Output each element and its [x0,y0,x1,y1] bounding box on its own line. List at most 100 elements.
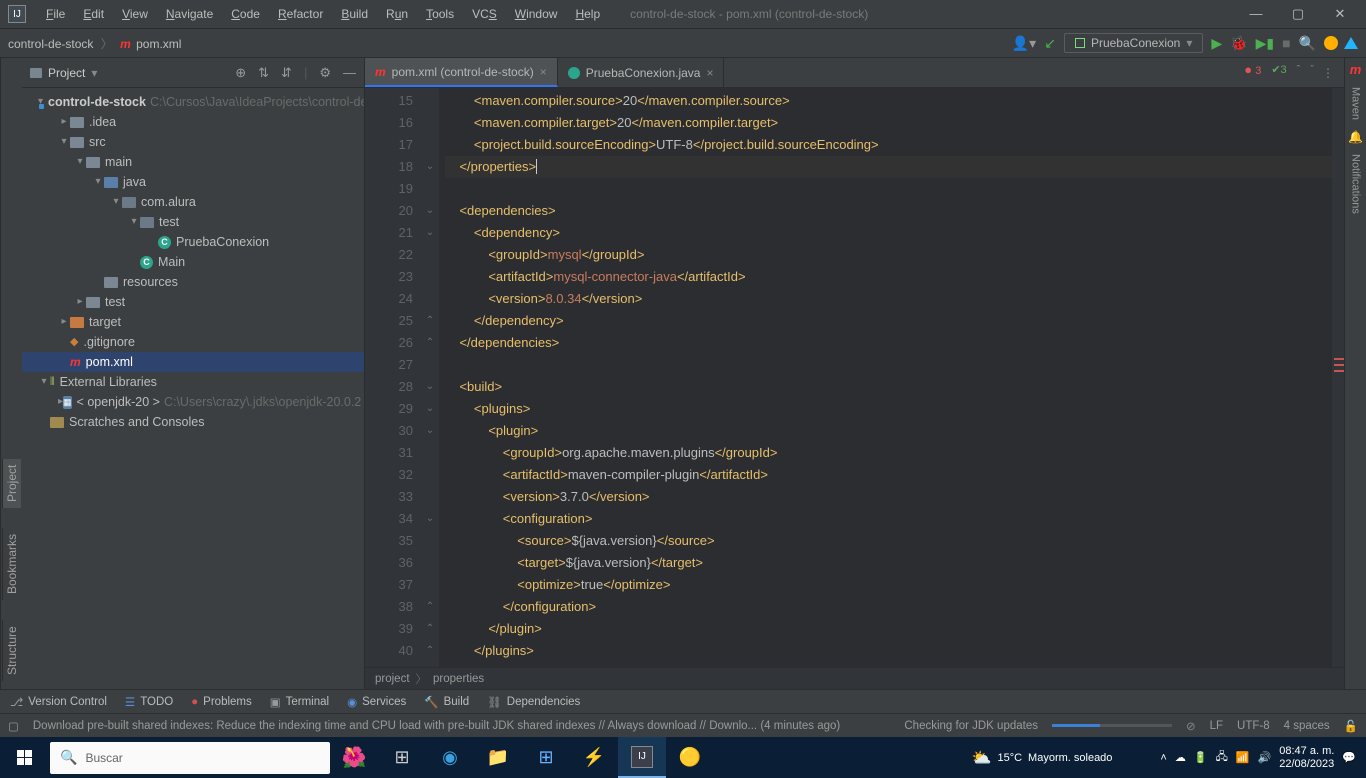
bcrumb-item[interactable]: project [375,673,410,685]
fold-gutter[interactable]: ⌄⌄⌄⌃⌃⌄⌄⌄⌄⌃⌃⌃ [421,88,439,667]
project-tree[interactable]: ▾control-de-stockC:\Cursos\Java\IdeaProj… [22,88,364,689]
code-with-me-icon[interactable]: 👤▾ [1012,35,1036,52]
cancel-task-icon[interactable]: ⊘ [1186,719,1196,733]
tray-battery-icon[interactable]: 🔋 [1194,751,1208,764]
tree-gitignore[interactable]: .gitignore [83,332,134,352]
tray-volume-icon[interactable]: 🔊 [1258,751,1272,764]
build-tab[interactable]: 🔨Build [424,695,469,709]
breadcrumb-file[interactable]: pom.xml [136,37,181,51]
inspection-up-icon[interactable]: ˆ [1297,64,1301,76]
task-view-icon[interactable]: ⊞ [378,737,426,778]
app-icon[interactable]: ⚡ [570,737,618,778]
tree-external-libs[interactable]: External Libraries [60,372,157,392]
edge-icon[interactable]: ◉ [426,737,474,778]
bookmarks-toolwindow-tab[interactable]: Bookmarks [2,528,21,600]
menu-vcs[interactable]: VCS [464,4,505,24]
tree-idea[interactable]: .idea [89,112,116,132]
hide-panel-icon[interactable]: — [343,65,356,81]
intellij-icon[interactable]: IJ [618,737,666,778]
tree-main[interactable]: main [105,152,132,172]
debug-button[interactable]: 🐞 [1230,35,1247,52]
tree-pom[interactable]: pom.xml [86,352,133,372]
line-gutter[interactable]: 1516171819202122232425262728293031323334… [365,88,421,667]
breadcrumb-project[interactable]: control-de-stock [8,37,93,51]
menu-view[interactable]: View [114,4,156,24]
stop-button[interactable]: ■ [1282,35,1290,51]
indent-setting[interactable]: 4 spaces [1284,720,1330,732]
line-separator[interactable]: LF [1210,720,1223,732]
tray-network-icon[interactable]: 🖧 [1216,748,1228,767]
tree-test[interactable]: test [105,292,125,312]
inspection-widget[interactable]: ● 3 ✔3 ˆ ˇ [1244,62,1314,77]
start-button[interactable] [0,737,48,778]
chrome-icon[interactable]: 🟡 [666,737,714,778]
tree-root[interactable]: control-de-stock [48,92,146,112]
status-task[interactable]: Checking for JDK updates [904,720,1038,732]
tree-package-test[interactable]: test [159,212,179,232]
settings-icon[interactable]: ⚙ [319,65,331,81]
select-opened-file-icon[interactable]: ⊕ [235,65,246,81]
menu-refactor[interactable]: Refactor [270,4,331,24]
store-icon[interactable]: ⊞ [522,737,570,778]
run-configuration-selector[interactable]: PruebaConexion ▾ [1064,33,1203,53]
inspection-down-icon[interactable]: ˇ [1310,64,1314,76]
menu-run[interactable]: Run [378,4,416,24]
project-panel-title[interactable]: Project [48,66,85,80]
readonly-icon[interactable]: 🔓 [1344,719,1358,733]
progress-bar[interactable] [1052,724,1172,727]
structure-breadcrumb[interactable]: project 〉 properties [365,667,1344,689]
notifications-toolwindow-tab[interactable]: Notifications [1350,150,1362,218]
menu-edit[interactable]: Edit [75,4,112,24]
version-control-tab[interactable]: ⎇Version Control [10,695,107,709]
run-button[interactable]: ▶ [1211,35,1222,52]
code-text[interactable]: <maven.compiler.source>20</maven.compile… [439,88,1332,667]
tabs-more-icon[interactable]: ⋮ [1312,58,1344,87]
editor-tab-pom[interactable]: m pom.xml (control-de-stock) × [365,58,558,87]
menu-file[interactable]: File [38,4,73,24]
tree-class-prueba[interactable]: PruebaConexion [176,232,269,252]
explorer-icon[interactable]: 📁 [474,737,522,778]
tree-package[interactable]: com.alura [141,192,196,212]
menu-build[interactable]: Build [333,4,376,24]
menu-tools[interactable]: Tools [418,4,462,24]
tree-src[interactable]: src [89,132,106,152]
error-stripe[interactable] [1332,88,1344,667]
tray-notifications-icon[interactable]: 💬 [1342,751,1356,764]
tray-up-icon[interactable]: ˄ [1160,752,1166,764]
menu-help[interactable]: Help [567,4,608,24]
menu-navigate[interactable]: Navigate [158,4,221,24]
bcrumb-item[interactable]: properties [433,673,484,685]
menu-code[interactable]: Code [223,4,268,24]
ide-suggest-icon[interactable] [1324,36,1338,50]
tree-resources[interactable]: resources [123,272,178,292]
expand-all-icon[interactable]: ⇅ [258,65,269,81]
close-tab-icon[interactable]: × [706,66,713,80]
dependencies-tab[interactable]: ⛓Dependencies [487,695,580,709]
close-button[interactable]: ✕ [1322,6,1358,22]
run-coverage-button[interactable]: ▶▮ [1256,35,1274,52]
taskbar-widget-icon[interactable]: 🌺 [330,737,378,778]
minimize-button[interactable]: — [1238,6,1274,22]
services-tab[interactable]: ◉Services [347,695,406,709]
code-editor[interactable]: 1516171819202122232425262728293031323334… [365,88,1344,667]
tree-jdk[interactable]: < openjdk-20 > [77,392,160,412]
ide-updates-icon[interactable] [1344,37,1358,49]
collapse-all-icon[interactable]: ⇵ [281,65,292,81]
status-message[interactable]: Download pre-built shared indexes: Reduc… [33,720,891,732]
tree-target[interactable]: target [89,312,121,332]
tree-class-main[interactable]: Main [158,252,185,272]
taskbar-clock[interactable]: 08:47 a. m. 22/08/2023 [1279,745,1334,771]
editor-tab-prueba[interactable]: PruebaConexion.java × [558,58,725,87]
tree-java[interactable]: java [123,172,146,192]
todo-tab[interactable]: ☰TODO [125,695,173,709]
status-quick-icon[interactable]: ▢ [8,719,19,733]
project-toolwindow-tab[interactable]: Project [2,459,21,508]
search-everywhere-icon[interactable]: 🔍 [1299,35,1316,52]
update-project-icon[interactable]: ↙ [1044,35,1056,52]
file-encoding[interactable]: UTF-8 [1237,720,1270,732]
tree-scratches[interactable]: Scratches and Consoles [69,412,205,432]
close-tab-icon[interactable]: × [540,65,547,79]
terminal-tab[interactable]: ▣Terminal [270,695,329,709]
maven-toolwindow-tab[interactable]: Maven [1350,83,1362,124]
maximize-button[interactable]: ▢ [1280,6,1316,22]
